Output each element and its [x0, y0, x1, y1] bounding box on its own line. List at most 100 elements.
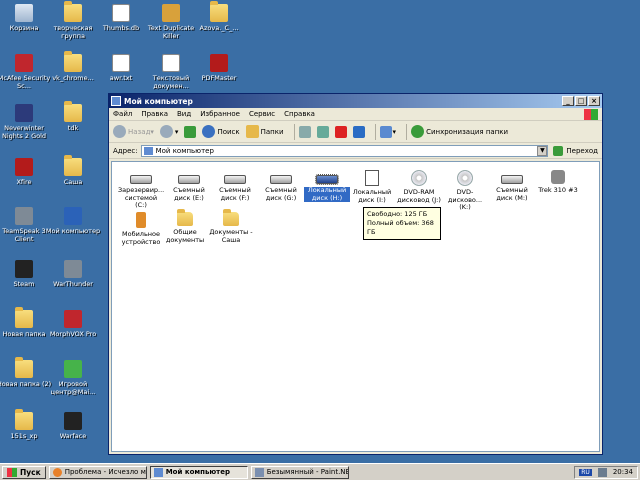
drive-tooltip: Свободно: 125 ГБ Полный объем: 368 ГБ — [363, 207, 441, 240]
sync-folder-button[interactable]: Синхронизация папки — [411, 125, 508, 138]
forward-button[interactable]: ▾ — [159, 125, 178, 138]
desktop-icon-pdfmaster[interactable]: PDFMaster — [189, 54, 249, 82]
folder-icon — [64, 1, 82, 22]
removable-drive-icon — [178, 175, 200, 184]
mobile-device[interactable]: Мобильное устройство — [118, 212, 164, 246]
toolbar-separator — [293, 123, 295, 140]
language-indicator[interactable]: RU — [579, 468, 592, 476]
folder-icon — [177, 209, 193, 226]
morphvox-icon — [64, 310, 82, 328]
search-button[interactable]: Поиск — [202, 125, 240, 138]
drive-k[interactable]: DVD-дисково... (K:) — [442, 170, 488, 212]
menu-favorites[interactable]: Избранное — [200, 110, 240, 118]
text-file-icon — [162, 54, 180, 72]
desktop-icon-azova[interactable]: Azova._C_... — [189, 1, 249, 32]
taskbar: Пуск Проблема - Исчезло мес... Мой компь… — [0, 463, 640, 480]
recycle-bin-icon — [15, 4, 33, 22]
maximize-button[interactable]: □ — [575, 96, 587, 106]
close-button[interactable]: × — [588, 96, 600, 106]
views-button[interactable]: ▾ — [379, 125, 396, 138]
pdf-icon — [210, 54, 228, 72]
removable-drive-icon — [224, 175, 246, 184]
explorer-window: Мой компьютер _ □ × Файл Правка Вид Избр… — [108, 93, 603, 455]
folder-icon — [15, 357, 33, 378]
menu-file[interactable]: Файл — [113, 110, 132, 118]
desktop-icon-game-center[interactable]: Игровой центр@Mai... — [43, 360, 103, 396]
undo-icon[interactable] — [352, 125, 365, 138]
desktop-icon-tdk[interactable]: tdk — [43, 101, 103, 132]
up-folder-icon[interactable] — [184, 125, 197, 138]
browser-icon — [52, 467, 62, 477]
steam-icon — [15, 260, 33, 278]
folder-icon — [223, 209, 239, 226]
delete-icon[interactable] — [334, 125, 347, 138]
desktop-icon-sasha[interactable]: Саша — [43, 155, 103, 186]
go-arrow-icon — [553, 145, 564, 156]
task-paint-net[interactable]: Безымянный - Paint.NET... — [250, 465, 349, 479]
folder-icon — [64, 101, 82, 122]
file-view: Зарезервир... системой (C:) Съемный диск… — [111, 161, 600, 452]
drive-m[interactable]: Съемный диск (M:) — [489, 170, 535, 202]
desktop-icon-warthunder[interactable]: WarThunder — [43, 260, 103, 288]
xfire-icon — [15, 158, 33, 176]
desktop-icon-warface[interactable]: Warface — [43, 412, 103, 440]
task-browser[interactable]: Проблема - Исчезло мес... — [48, 465, 147, 479]
toolbar: Назад ▾ ▾ Поиск Папки ▾ Синхронизация па… — [109, 121, 602, 143]
local-drive-icon — [315, 174, 339, 185]
back-arrow-icon — [113, 125, 126, 138]
menu-edit[interactable]: Правка — [141, 110, 168, 118]
drive-j[interactable]: DVD-RAM дисковод (J:) — [396, 170, 442, 204]
my-computer-icon — [111, 96, 121, 106]
mcafee-icon — [15, 54, 33, 72]
windows-logo-icon — [7, 467, 17, 477]
windows-logo-icon — [584, 109, 598, 120]
drive-h[interactable]: Локальный диск (H:) — [304, 170, 350, 202]
sync-icon — [411, 125, 425, 138]
shared-documents[interactable]: Общие документы — [162, 209, 208, 244]
title-bar[interactable]: Мой компьютер _ □ × — [109, 94, 602, 108]
device-trek-310[interactable]: Trek 310 #3 — [535, 170, 581, 195]
start-button[interactable]: Пуск — [2, 465, 46, 479]
tray-icon[interactable] — [597, 467, 607, 477]
desktop-icon-my-computer[interactable]: Мой компьютер — [43, 207, 103, 235]
game-center-icon — [64, 360, 82, 378]
folder-icon — [64, 51, 82, 72]
drive-f[interactable]: Съемный диск (F:) — [212, 170, 258, 202]
desktop-icon-morphvox[interactable]: MorphVOX Pro — [43, 310, 103, 338]
folder-icon — [64, 155, 82, 176]
folders-button[interactable]: Папки — [245, 125, 284, 138]
copy-to-icon[interactable] — [316, 125, 329, 138]
text-file-icon — [112, 54, 130, 72]
menu-view[interactable]: Вид — [177, 110, 191, 118]
toolbar-separator — [406, 123, 408, 140]
forward-arrow-icon — [159, 125, 173, 138]
drive-i[interactable]: Локальный диск (I:) — [349, 170, 395, 204]
address-input[interactable]: Мой компьютер — [140, 144, 549, 157]
mobile-device-icon — [136, 212, 146, 228]
documents-sasha[interactable]: Документы - Саша — [208, 209, 254, 244]
drive-c[interactable]: Зарезервир... системой (C:) — [118, 170, 164, 210]
task-my-computer[interactable]: Мой компьютер — [149, 465, 248, 479]
paint-net-icon — [254, 467, 264, 477]
removable-drive-icon — [270, 175, 292, 184]
my-computer-icon — [143, 146, 153, 155]
address-dropdown-button[interactable]: ▼ — [537, 145, 548, 156]
drive-g[interactable]: Съемный диск (G:) — [258, 170, 304, 202]
window-title: Мой компьютер — [124, 96, 193, 106]
removable-drive-icon — [501, 175, 523, 184]
minimize-button[interactable]: _ — [562, 96, 574, 106]
views-icon — [379, 125, 392, 138]
menu-bar: Файл Правка Вид Избранное Сервис Справка — [109, 108, 602, 121]
address-bar: Адрес: Мой компьютер ▼ Переход — [109, 143, 602, 159]
folders-icon — [245, 125, 259, 138]
back-button[interactable]: Назад ▾ — [113, 125, 154, 138]
menu-tools[interactable]: Сервис — [249, 110, 275, 118]
menu-help[interactable]: Справка — [284, 110, 315, 118]
my-computer-icon — [153, 467, 163, 477]
move-to-icon[interactable] — [298, 125, 311, 138]
search-icon — [202, 125, 216, 138]
toolbar-separator — [374, 123, 376, 140]
warthunder-icon — [64, 260, 82, 278]
drive-e[interactable]: Съемный диск (E:) — [166, 170, 212, 202]
go-button[interactable]: Переход — [553, 145, 598, 156]
